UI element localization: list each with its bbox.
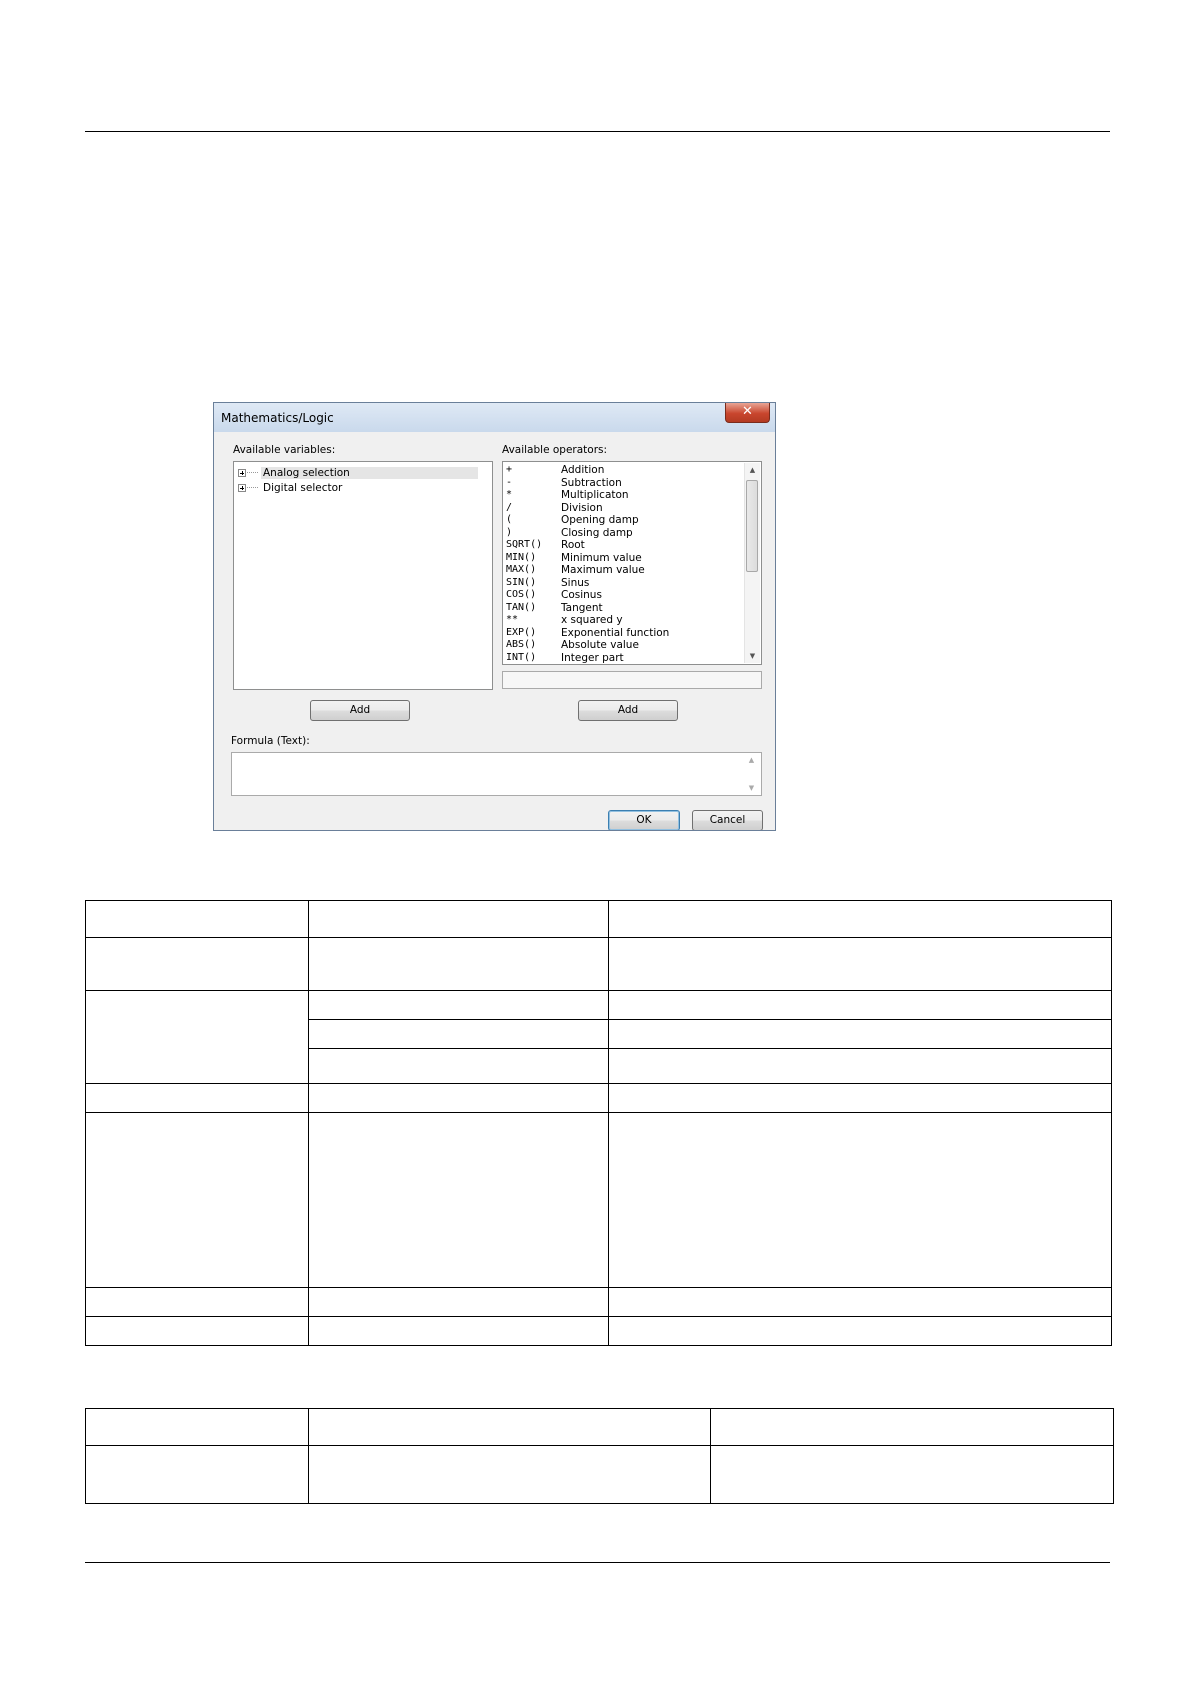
secondary-table <box>85 1408 1114 1504</box>
table-cell <box>308 1287 609 1317</box>
operator-description: Multiplicaton <box>561 489 629 501</box>
operator-symbol: COS() <box>506 589 537 600</box>
table-cell <box>308 1019 609 1049</box>
operator-symbol: SQRT() <box>506 539 543 550</box>
add-variable-button[interactable]: Add <box>310 700 410 721</box>
table-cell <box>85 1408 309 1446</box>
operator-symbol: / <box>506 501 513 513</box>
operator-symbol: EXP() <box>506 626 537 638</box>
close-icon: ✕ <box>742 404 753 419</box>
operator-description: x squared y <box>561 614 623 626</box>
table-cell <box>308 1408 711 1446</box>
operator-description: Minimum value <box>561 551 642 564</box>
table-cell <box>85 1287 309 1317</box>
cancel-button[interactable]: Cancel <box>692 810 763 830</box>
operator-description: Integer part <box>561 651 624 664</box>
operator-symbol: MIN() <box>506 551 537 563</box>
table-cell <box>608 990 1112 1020</box>
available-variables-label: Available variables: <box>233 444 336 456</box>
scroll-down-arrow-icon[interactable]: ▼ <box>745 652 760 660</box>
table-cell <box>308 937 609 991</box>
table-cell <box>710 1445 1114 1504</box>
operator-description-field <box>502 671 762 689</box>
footer-rule <box>85 1562 1110 1563</box>
table-cell <box>308 1083 609 1113</box>
operator-symbol: - <box>506 476 513 488</box>
table-cell <box>308 1445 711 1504</box>
operator-description: Subtraction <box>561 476 622 489</box>
formula-label: Formula (Text): <box>231 735 310 747</box>
operator-symbol: + <box>506 464 513 475</box>
table-cell <box>85 937 309 991</box>
scroll-up-arrow-icon[interactable]: ▲ <box>745 466 760 474</box>
tree-item-analog-selection[interactable]: Analog selection <box>238 465 478 480</box>
operator-description: Cosinus <box>561 589 602 601</box>
table-cell <box>608 900 1112 938</box>
table-cell <box>608 1019 1112 1049</box>
table-cell <box>608 1287 1112 1317</box>
parameter-table <box>85 900 1112 1346</box>
table-cell <box>308 1112 609 1288</box>
mathematics-logic-dialog: Mathematics/Logic ✕ Available variables:… <box>213 402 776 831</box>
table-cell <box>608 1316 1112 1346</box>
ok-button[interactable]: OK <box>608 810 680 830</box>
operator-description: Closing damp <box>561 526 633 539</box>
operator-symbol: ( <box>506 514 513 525</box>
tree-item-digital-selector[interactable]: Digital selector <box>238 480 344 495</box>
tree-item-label: Analog selection <box>261 466 478 479</box>
operator-description: Addition <box>561 464 605 476</box>
operator-description: Exponential function <box>561 626 670 639</box>
operator-symbol: INT() <box>506 651 537 663</box>
table-cell <box>608 937 1112 991</box>
table-cell <box>608 1112 1112 1288</box>
formula-input[interactable]: ▲ ▼ <box>231 752 762 796</box>
expand-icon[interactable] <box>238 483 246 492</box>
formula-scroll-down-icon[interactable]: ▼ <box>744 784 759 792</box>
operator-symbol: ABS() <box>506 639 537 650</box>
table-cell <box>85 990 309 1084</box>
operator-symbol: TAN() <box>506 601 537 613</box>
table-cell <box>308 900 609 938</box>
operator-description: Absolute value <box>561 639 639 651</box>
operator-symbol: MAX() <box>506 564 537 575</box>
operator-description: Maximum value <box>561 564 645 576</box>
operator-description: Tangent <box>561 601 603 614</box>
dialog-titlebar[interactable]: Mathematics/Logic ✕ <box>214 403 775 432</box>
table-cell <box>608 1083 1112 1113</box>
table-cell <box>85 1112 309 1288</box>
table-cell <box>85 900 309 938</box>
table-cell <box>710 1408 1114 1446</box>
header-rule <box>85 131 1110 132</box>
table-cell <box>308 990 609 1020</box>
operators-scrollbar[interactable]: ▲ ▼ <box>744 463 760 663</box>
table-cell <box>85 1083 309 1113</box>
operator-description: Opening damp <box>561 514 639 526</box>
close-button[interactable]: ✕ <box>725 403 770 423</box>
available-operators-label: Available operators: <box>502 444 608 456</box>
operator-symbol: SIN() <box>506 576 537 588</box>
operator-description: Root <box>561 539 585 551</box>
dialog-title: Mathematics/Logic <box>221 411 334 425</box>
operator-description: Sinus <box>561 576 590 589</box>
table-cell <box>308 1048 609 1084</box>
table-cell <box>85 1316 309 1346</box>
formula-scroll-up-icon[interactable]: ▲ <box>744 756 759 764</box>
add-operator-button[interactable]: Add <box>578 700 678 721</box>
table-cell <box>608 1048 1112 1084</box>
operators-list[interactable]: + Addition - Subtraction * Multiplicaton / Divi… <box>502 461 762 665</box>
operator-symbol: ) <box>506 526 513 538</box>
variables-tree[interactable]: Analog selection Digital selector <box>233 461 493 690</box>
table-cell <box>85 1445 309 1504</box>
table-cell <box>308 1316 609 1346</box>
operator-description: Division <box>561 501 603 514</box>
operator-symbol: ** <box>506 614 519 625</box>
tree-item-label: Digital selector <box>263 481 343 494</box>
scroll-thumb[interactable] <box>746 480 758 572</box>
expand-icon[interactable] <box>238 468 246 477</box>
operator-symbol: * <box>506 489 513 500</box>
